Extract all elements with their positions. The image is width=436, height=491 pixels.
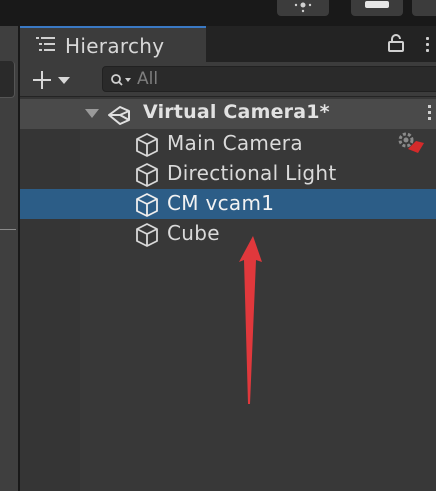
annotation-arrow: [239, 236, 262, 404]
